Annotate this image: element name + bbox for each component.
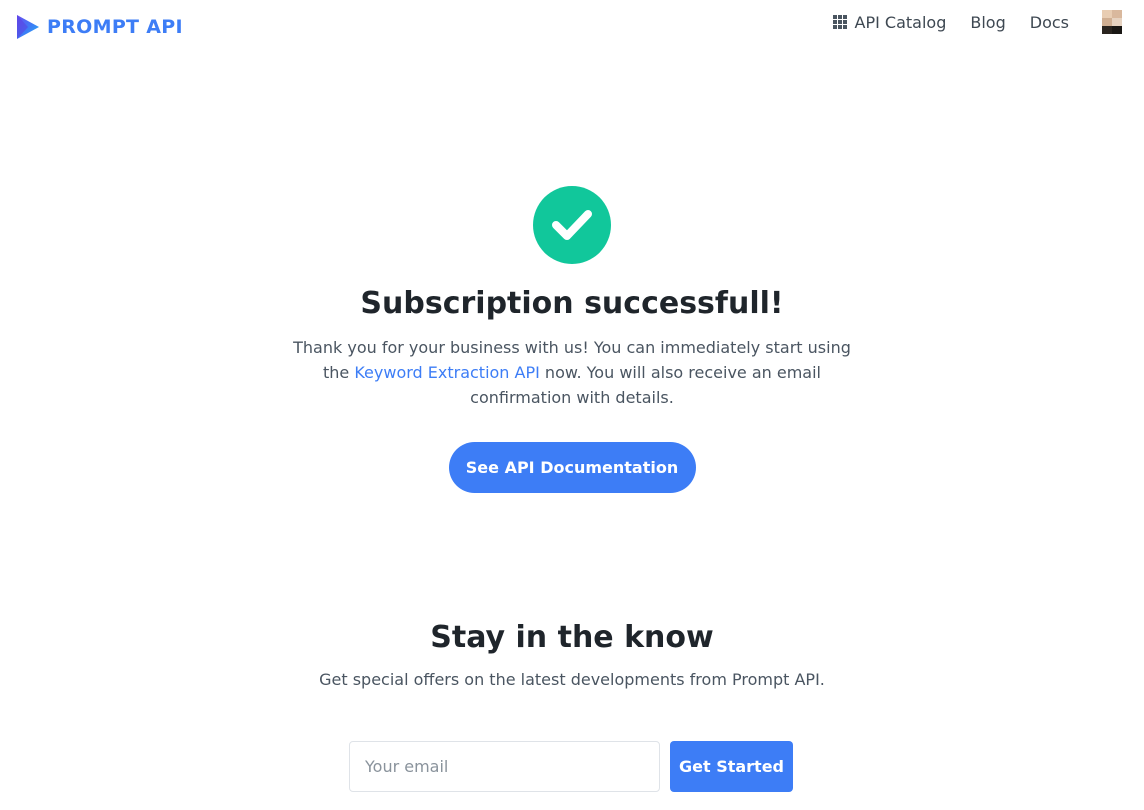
newsletter-section: Stay in the know Get special offers on t… [0, 618, 1144, 792]
check-circle-icon [533, 186, 611, 264]
success-description: Thank you for your business with us! You… [292, 335, 852, 410]
main-nav: API Catalog Blog Docs [832, 10, 1069, 34]
play-logo-icon [17, 15, 39, 39]
newsletter-title: Stay in the know [430, 620, 714, 655]
get-started-button[interactable]: Get Started [670, 741, 793, 792]
newsletter-subtitle: Get special offers on the latest develop… [319, 670, 825, 689]
nav-docs[interactable]: Docs [1030, 13, 1069, 32]
keyword-extraction-api-link[interactable]: Keyword Extraction API [354, 363, 540, 382]
logo-link[interactable]: PROMPT API [16, 13, 183, 41]
checkmark-icon [552, 210, 592, 240]
newsletter-form: Get Started [349, 741, 793, 792]
nav-blog[interactable]: Blog [970, 13, 1005, 32]
success-title: Subscription successfull! [360, 286, 784, 321]
nav-api-catalog-label: API Catalog [854, 12, 947, 32]
grid-icon [832, 15, 847, 29]
see-api-documentation-button[interactable]: See API Documentation [448, 442, 696, 493]
email-input[interactable] [349, 741, 660, 792]
success-panel: Subscription successfull! Thank you for … [0, 186, 1144, 493]
logo-text: PROMPT API [47, 16, 183, 38]
user-avatar[interactable] [1102, 10, 1122, 34]
top-navbar: PROMPT API API Catalog Blog Docs [0, 0, 1144, 54]
nav-api-catalog[interactable]: API Catalog [832, 12, 947, 32]
